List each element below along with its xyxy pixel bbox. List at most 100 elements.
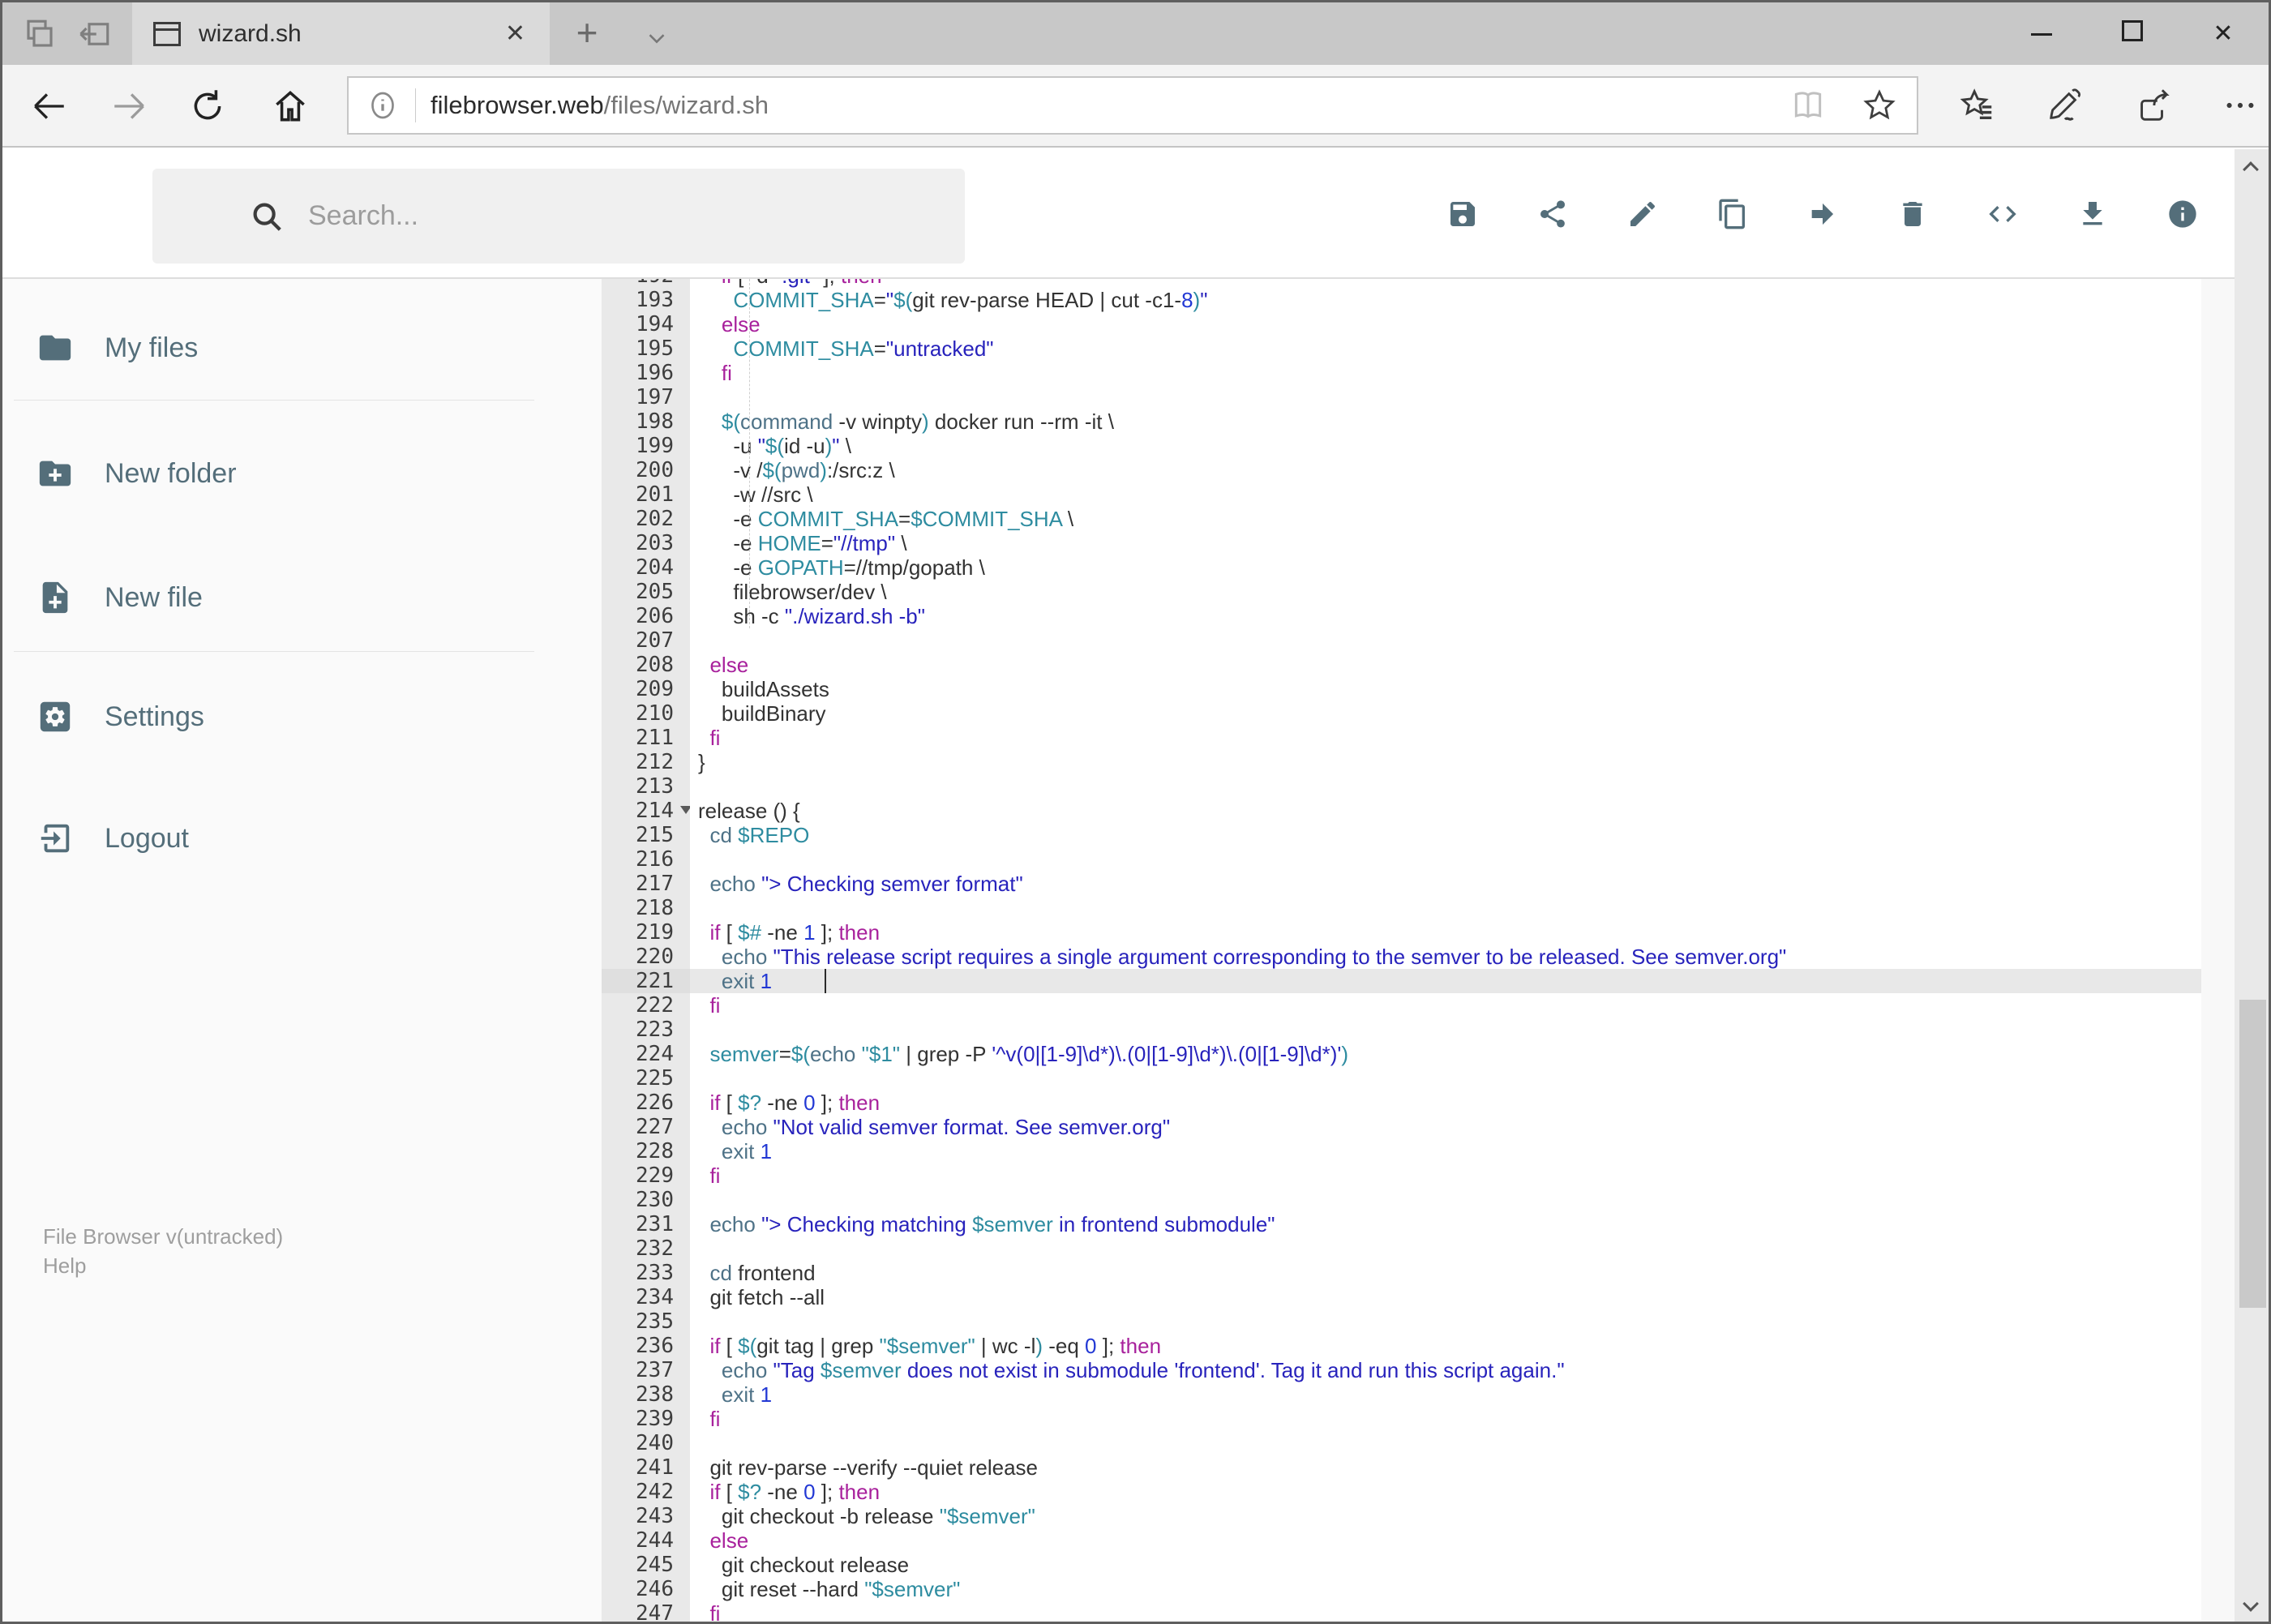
- maximize-button[interactable]: [2087, 19, 2178, 48]
- favorite-star-icon[interactable]: [1862, 88, 1897, 123]
- code-line-216[interactable]: [690, 847, 2201, 872]
- move-button[interactable]: [1806, 198, 1839, 230]
- minimize-button[interactable]: [1996, 20, 2087, 48]
- share-button[interactable]: [1536, 198, 1569, 230]
- tabs-aside-icon[interactable]: [78, 17, 112, 51]
- scroll-down-icon[interactable]: [2243, 1596, 2259, 1612]
- info-button[interactable]: [2166, 198, 2199, 230]
- code-line-201[interactable]: -w //src \: [690, 482, 2201, 507]
- code-line-220[interactable]: echo "This release script requires a sin…: [690, 945, 2201, 969]
- code-line-218[interactable]: [690, 896, 2201, 920]
- code-line-229[interactable]: fi: [690, 1163, 2201, 1188]
- code-line-224[interactable]: semver=$(echo "$1" | grep -P '^v(0|[1-9]…: [690, 1042, 2201, 1066]
- url-text[interactable]: filebrowser.web/files/wizard.sh: [431, 91, 769, 120]
- sidebar-item-my-files[interactable]: My files: [2, 303, 570, 392]
- more-ellipsis-icon[interactable]: [2222, 87, 2259, 124]
- code-line-230[interactable]: [690, 1188, 2201, 1212]
- code-button[interactable]: [1986, 198, 2019, 230]
- sidebar-item-settings[interactable]: Settings: [2, 672, 570, 761]
- tab-list-chevron-icon[interactable]: [643, 24, 671, 51]
- code-line-209[interactable]: buildAssets: [690, 677, 2201, 701]
- code-line-207[interactable]: [690, 628, 2201, 653]
- code-line-242[interactable]: if [ $? -ne 0 ]; then: [690, 1480, 2201, 1504]
- code-line-238[interactable]: exit 1: [690, 1382, 2201, 1407]
- refresh-icon[interactable]: [187, 86, 228, 126]
- code-line-241[interactable]: git rev-parse --verify --quiet release: [690, 1455, 2201, 1480]
- share-icon[interactable]: [2134, 87, 2171, 124]
- code-line-236[interactable]: if [ $(git tag | grep "$semver" | wc -l)…: [690, 1334, 2201, 1358]
- code-line-234[interactable]: git fetch --all: [690, 1285, 2201, 1309]
- code-line-199[interactable]: -u "$(id -u)" \: [690, 434, 2201, 458]
- code-line-245[interactable]: git checkout release: [690, 1553, 2201, 1577]
- code-line-244[interactable]: else: [690, 1528, 2201, 1553]
- home-icon[interactable]: [270, 86, 311, 126]
- help-link[interactable]: Help: [43, 1253, 86, 1279]
- code-line-226[interactable]: if [ $? -ne 0 ]; then: [690, 1091, 2201, 1115]
- new-tab-button[interactable]: +: [568, 14, 606, 51]
- save-button[interactable]: [1446, 198, 1479, 230]
- code-line-237[interactable]: echo "Tag $semver does not exist in subm…: [690, 1358, 2201, 1382]
- code-line-204[interactable]: -e GOPATH=//tmp/gopath \: [690, 555, 2201, 580]
- forward-icon[interactable]: [109, 86, 150, 126]
- sidebar-item-new-folder[interactable]: New folder: [2, 429, 570, 518]
- tab-preview-icon[interactable]: [23, 17, 57, 51]
- browser-scrollbar[interactable]: [2235, 149, 2269, 1622]
- code-line-200[interactable]: -v /$(pwd):/src:z \: [690, 458, 2201, 482]
- code-line-202[interactable]: -e COMMIT_SHA=$COMMIT_SHA \: [690, 507, 2201, 531]
- address-bar[interactable]: filebrowser.web/files/wizard.sh: [347, 76, 1918, 135]
- code-line-231[interactable]: echo "> Checking matching $semver in fro…: [690, 1212, 2201, 1236]
- code-line-192[interactable]: if [ -d ".git" ]; then: [690, 279, 2201, 288]
- code-line-196[interactable]: fi: [690, 361, 2201, 385]
- code-line-210[interactable]: buildBinary: [690, 701, 2201, 726]
- code-line-246[interactable]: git reset --hard "$semver": [690, 1577, 2201, 1601]
- code-editor[interactable]: if [ -d ".git" ]; then COMMIT_SHA="$(git…: [690, 279, 2201, 1622]
- sidebar-item-logout[interactable]: Logout: [2, 794, 570, 883]
- page-info-icon[interactable]: [366, 89, 399, 122]
- code-line-232[interactable]: [690, 1236, 2201, 1261]
- code-line-203[interactable]: -e HOME="//tmp" \: [690, 531, 2201, 555]
- fold-arrow-icon[interactable]: [680, 806, 690, 814]
- code-line-235[interactable]: [690, 1309, 2201, 1334]
- code-line-206[interactable]: sh -c "./wizard.sh -b": [690, 604, 2201, 628]
- code-line-215[interactable]: cd $REPO: [690, 823, 2201, 847]
- code-line-239[interactable]: fi: [690, 1407, 2201, 1431]
- search-input[interactable]: Search...: [152, 169, 965, 264]
- code-line-205[interactable]: filebrowser/dev \: [690, 580, 2201, 604]
- copy-button[interactable]: [1716, 198, 1749, 230]
- scrollbar-thumb[interactable]: [2239, 1000, 2266, 1308]
- editor-scrollbar-track[interactable]: [2201, 279, 2235, 1622]
- edit-button[interactable]: [1626, 198, 1659, 230]
- active-tab[interactable]: wizard.sh ✕: [132, 2, 550, 65]
- code-line-193[interactable]: COMMIT_SHA="$(git rev-parse HEAD | cut -…: [690, 288, 2201, 312]
- code-line-195[interactable]: COMMIT_SHA="untracked": [690, 336, 2201, 361]
- code-line-221[interactable]: exit 1: [690, 969, 2201, 993]
- code-line-247[interactable]: fi: [690, 1601, 2201, 1622]
- back-icon[interactable]: [28, 86, 69, 126]
- hub-favorites-icon[interactable]: [1959, 87, 1996, 124]
- code-line-223[interactable]: [690, 1018, 2201, 1042]
- code-line-225[interactable]: [690, 1066, 2201, 1091]
- annotate-pen-icon[interactable]: [2046, 87, 2084, 124]
- code-line-217[interactable]: echo "> Checking semver format": [690, 872, 2201, 896]
- download-button[interactable]: [2076, 198, 2109, 230]
- code-line-219[interactable]: if [ $# -ne 1 ]; then: [690, 920, 2201, 945]
- sidebar-item-new-file[interactable]: New file: [2, 553, 570, 642]
- code-line-208[interactable]: else: [690, 653, 2201, 677]
- code-line-194[interactable]: else: [690, 312, 2201, 336]
- code-line-197[interactable]: [690, 385, 2201, 409]
- scroll-up-icon[interactable]: [2243, 161, 2259, 178]
- reading-view-icon[interactable]: [1790, 88, 1826, 123]
- code-line-212[interactable]: }: [690, 750, 2201, 774]
- code-line-213[interactable]: [690, 774, 2201, 799]
- tab-close-icon[interactable]: ✕: [505, 19, 525, 48]
- code-line-211[interactable]: fi: [690, 726, 2201, 750]
- close-button[interactable]: ✕: [2178, 19, 2269, 48]
- code-line-198[interactable]: $(command -v winpty) docker run --rm -it…: [690, 409, 2201, 434]
- code-line-243[interactable]: git checkout -b release "$semver": [690, 1504, 2201, 1528]
- code-line-228[interactable]: exit 1: [690, 1139, 2201, 1163]
- code-line-233[interactable]: cd frontend: [690, 1261, 2201, 1285]
- code-line-214[interactable]: release () {: [690, 799, 2201, 823]
- code-line-240[interactable]: [690, 1431, 2201, 1455]
- delete-button[interactable]: [1896, 198, 1929, 230]
- code-line-222[interactable]: fi: [690, 993, 2201, 1018]
